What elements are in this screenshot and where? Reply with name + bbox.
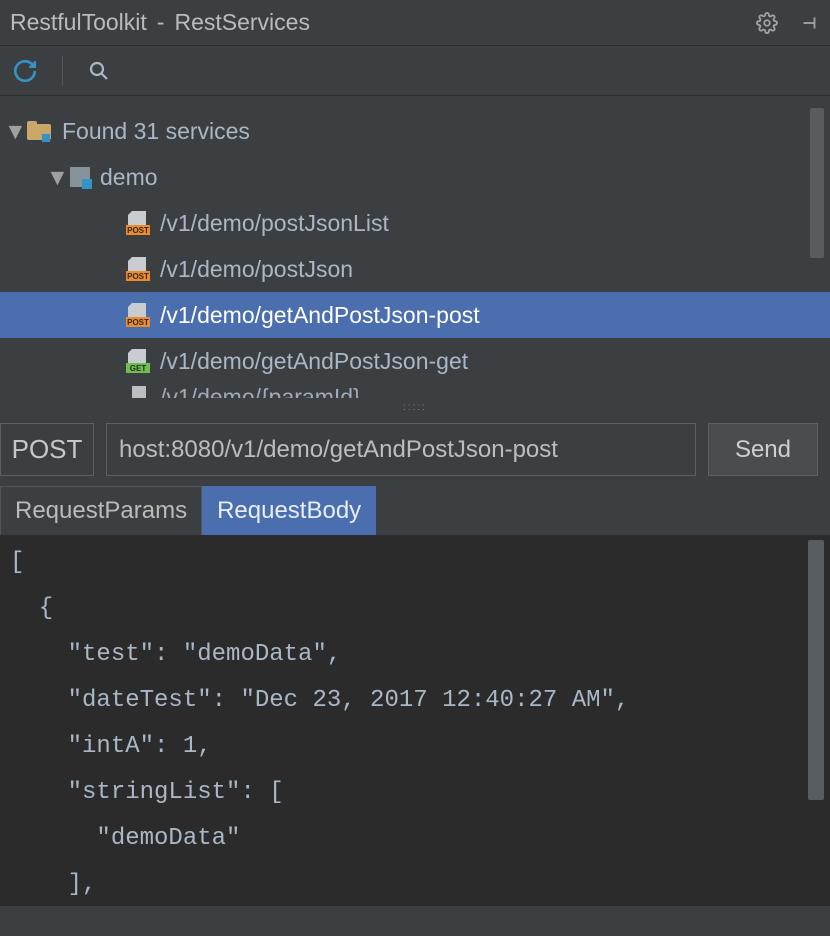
body-editor[interactable]: [ { "test": "demoData", "dateTest": "Dec…: [0, 536, 830, 906]
module-icon: [68, 165, 92, 189]
tab-request-body[interactable]: RequestBody: [202, 486, 376, 535]
tab-label: RequestParams: [15, 497, 187, 525]
folder-icon: [26, 120, 52, 142]
titlebar: RestfulToolkit - RestServices: [0, 0, 830, 46]
endpoint-path: /v1/demo/{paramId}: [160, 384, 361, 398]
tree-scrollbar[interactable]: [810, 108, 824, 348]
refresh-icon[interactable]: [12, 58, 38, 84]
svg-text:POST: POST: [127, 226, 149, 235]
tree-module[interactable]: ▼ demo: [0, 154, 830, 200]
resize-grip[interactable]: :::::: [0, 402, 830, 413]
tab-request-params[interactable]: RequestParams: [0, 486, 202, 535]
tree-root-label: Found 31 services: [62, 118, 250, 145]
tree-module-label: demo: [100, 164, 158, 191]
title-separator: -: [157, 9, 165, 36]
svg-text:POST: POST: [127, 318, 149, 327]
svg-text:POST: POST: [127, 272, 149, 281]
tree-endpoint[interactable]: POST /v1/demo/postJsonList: [0, 200, 830, 246]
app-title: RestfulToolkit: [10, 9, 147, 36]
post-method-icon: POST: [124, 301, 152, 329]
tree-endpoint-selected[interactable]: POST /v1/demo/getAndPostJson-post: [0, 292, 830, 338]
app-subtitle: RestServices: [174, 9, 309, 36]
method-icon: [124, 384, 152, 398]
toolbar: [0, 46, 830, 96]
search-icon[interactable]: [87, 59, 111, 83]
http-method-value: POST: [12, 434, 83, 465]
scrollbar-thumb[interactable]: [810, 108, 824, 258]
services-tree-panel: ▼ Found 31 services ▼ demo: [0, 96, 830, 398]
toolbar-divider: [62, 56, 63, 86]
send-button[interactable]: Send: [708, 423, 818, 476]
endpoint-path: /v1/demo/postJson: [160, 256, 353, 283]
gear-icon[interactable]: [756, 12, 778, 34]
endpoint-path: /v1/demo/postJsonList: [160, 210, 389, 237]
endpoint-path: /v1/demo/getAndPostJson-get: [160, 348, 468, 375]
tree-root[interactable]: ▼ Found 31 services: [0, 108, 830, 154]
services-tree[interactable]: ▼ Found 31 services ▼ demo: [0, 96, 830, 398]
scrollbar-thumb[interactable]: [808, 540, 824, 800]
url-input[interactable]: host:8080/v1/demo/getAndPostJson-post: [106, 423, 696, 476]
get-method-icon: GET: [124, 347, 152, 375]
tree-endpoint[interactable]: POST /v1/demo/postJson: [0, 246, 830, 292]
svg-text:GET: GET: [130, 364, 147, 373]
request-line: POST host:8080/v1/demo/getAndPostJson-po…: [0, 413, 830, 486]
chevron-down-icon[interactable]: ▼: [4, 118, 22, 145]
send-button-label: Send: [735, 436, 791, 464]
http-method-select[interactable]: POST: [0, 423, 94, 476]
tree-endpoint[interactable]: GET /v1/demo/getAndPostJson-get: [0, 338, 830, 384]
tree-endpoint[interactable]: /v1/demo/{paramId}: [0, 384, 830, 398]
post-method-icon: POST: [124, 209, 152, 237]
endpoint-path: /v1/demo/getAndPostJson-post: [160, 302, 480, 329]
tab-label: RequestBody: [217, 497, 361, 525]
request-tabs: RequestParams RequestBody: [0, 486, 830, 536]
editor-scrollbar[interactable]: [808, 540, 824, 900]
minimize-icon[interactable]: [798, 12, 820, 34]
url-value: host:8080/v1/demo/getAndPostJson-post: [119, 436, 558, 464]
chevron-down-icon[interactable]: ▼: [46, 164, 64, 191]
post-method-icon: POST: [124, 255, 152, 283]
body-editor-panel: [ { "test": "demoData", "dateTest": "Dec…: [0, 536, 830, 906]
